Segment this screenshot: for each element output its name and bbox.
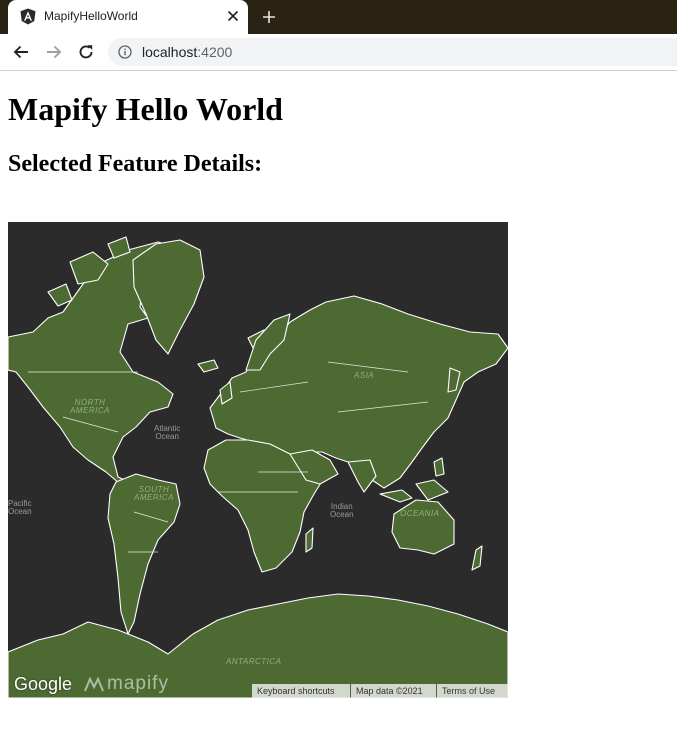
landmass-iceland <box>197 359 219 373</box>
close-icon[interactable] <box>226 9 240 23</box>
browser-tabstrip: MapifyHelloWorld <box>0 0 677 34</box>
mapify-logo[interactable]: mapify <box>84 673 169 695</box>
continent-label-oceania: OCEANIA <box>400 509 440 518</box>
world-map-land <box>8 236 508 698</box>
forward-arrow-icon[interactable] <box>45 43 63 61</box>
ocean-label-atlantic: Atlantic Ocean <box>154 424 181 441</box>
continent-label-asia: ASIA <box>354 371 375 380</box>
world-map[interactable]: Atlantic Ocean Indian Ocean Pacific Ocean N… <box>8 222 508 698</box>
new-tab-plus-icon[interactable] <box>262 10 276 24</box>
google-logo[interactable]: Google <box>14 674 72 695</box>
terms-of-use-link[interactable]: Terms of Use <box>437 684 508 698</box>
page-title: Mapify Hello World <box>8 91 283 127</box>
tab-title: MapifyHelloWorld <box>44 9 138 23</box>
angular-logo-icon <box>20 8 36 25</box>
mapify-mark-icon <box>84 676 104 692</box>
reload-icon[interactable] <box>77 43 95 61</box>
site-info-icon[interactable] <box>118 45 132 59</box>
landmass-antarctica <box>8 593 508 698</box>
landmass-india <box>347 459 377 493</box>
url-text: localhost:4200 <box>142 44 232 60</box>
browser-toolbar: localhost:4200 <box>0 34 677 71</box>
landmass-greenland <box>132 239 205 355</box>
mapify-logo-text: mapify <box>107 673 169 694</box>
landmass-new-zealand <box>471 545 483 571</box>
url-port: :4200 <box>197 44 233 60</box>
url-host: localhost <box>142 44 198 60</box>
continent-label-north-america: NORTH AMERICA <box>70 398 110 415</box>
address-bar[interactable]: localhost:4200 <box>108 38 677 66</box>
keyboard-shortcuts-link[interactable]: Keyboard shortcuts <box>252 684 350 698</box>
ocean-label-pacific: Pacific Ocean <box>8 499 32 516</box>
browser-tab[interactable]: MapifyHelloWorld <box>8 0 248 34</box>
page-subtitle: Selected Feature Details: <box>8 151 263 177</box>
back-arrow-icon[interactable] <box>12 43 30 61</box>
map-data-attribution: Map data ©2021 <box>351 684 436 698</box>
landmass-madagascar <box>305 527 314 553</box>
ocean-label-indian: Indian Ocean <box>330 502 354 519</box>
continent-label-antarctica: ANTARCTICA <box>226 657 282 666</box>
continent-label-south-america: SOUTH AMERICA <box>134 485 174 502</box>
